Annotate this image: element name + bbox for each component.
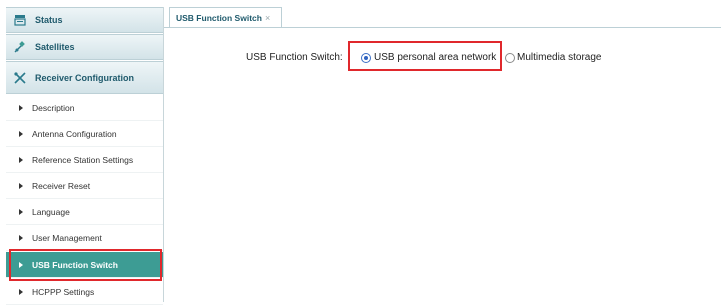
tools-icon — [14, 71, 26, 84]
usb-pan-option-label: USB personal area network — [374, 52, 497, 63]
multimedia-storage-option-label: Multimedia storage — [517, 52, 602, 63]
sidebar-item-label: Description — [32, 102, 75, 113]
sidebar-item-receiver-reset[interactable]: Receiver Reset — [6, 173, 163, 199]
caret-right-icon — [19, 104, 23, 111]
tab-label: USB Function Switch — [176, 12, 262, 23]
sidebar-item-hcppp-settings[interactable]: HCPPP Settings — [6, 279, 163, 305]
sidebar-section-satellites[interactable]: Satellites — [6, 34, 163, 60]
multimedia-storage-radio[interactable] — [505, 53, 515, 63]
sidebar-section-label: Receiver Configuration — [35, 72, 135, 83]
usb-function-switch-label: USB Function Switch: — [246, 52, 343, 63]
highlight-box — [9, 249, 162, 281]
sidebar-item-label: Reference Station Settings — [32, 154, 134, 165]
tab-usb-function-switch[interactable]: USB Function Switch × — [169, 7, 282, 27]
caret-right-icon — [19, 156, 23, 163]
sidebar-item-label: User Management — [32, 232, 102, 243]
caret-right-icon — [19, 130, 23, 137]
caret-right-icon — [19, 208, 23, 215]
sidebar-section-label: Status — [35, 15, 63, 25]
sidebar-section-label: Satellites — [35, 42, 75, 52]
sidebar-item-antenna-configuration[interactable]: Antenna Configuration — [6, 121, 163, 147]
usb-pan-radio[interactable] — [361, 53, 371, 63]
sidebar-item-description[interactable]: Description — [6, 95, 163, 121]
sidebar-item-label: Receiver Reset — [32, 180, 91, 191]
sidebar-item-label: HCPPP Settings — [32, 286, 95, 297]
sidebar-item-reference-station-settings[interactable]: Reference Station Settings — [6, 147, 163, 173]
close-icon[interactable]: × — [265, 13, 270, 23]
sidebar-item-user-management[interactable]: User Management — [6, 225, 163, 251]
sidebar-section-status[interactable]: Status — [6, 7, 163, 33]
sidebar-section-receiver-configuration[interactable]: Receiver Configuration — [6, 61, 163, 94]
sidebar-item-language[interactable]: Language — [6, 199, 163, 225]
caret-right-icon — [19, 182, 23, 189]
status-icon — [14, 14, 26, 26]
sidebar-item-label: Antenna Configuration — [32, 128, 117, 139]
caret-right-icon — [19, 288, 23, 295]
satellite-icon — [14, 41, 26, 53]
tab-bar: USB Function Switch × — [164, 7, 721, 28]
caret-right-icon — [19, 234, 23, 241]
sidebar-item-label: Language — [32, 206, 70, 217]
